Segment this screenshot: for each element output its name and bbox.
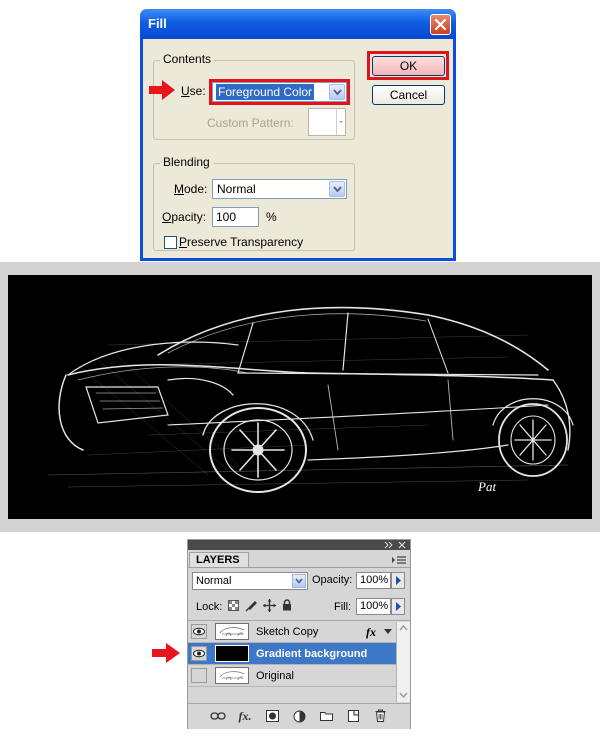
fill-slider-button[interactable] bbox=[391, 598, 405, 615]
contents-legend: Contents bbox=[160, 52, 215, 66]
signature: Pat bbox=[477, 479, 496, 494]
opacity-unit: % bbox=[266, 210, 277, 224]
triangle-right-icon bbox=[396, 576, 401, 585]
red-arrow-icon bbox=[152, 643, 180, 663]
custom-pattern-picker[interactable] bbox=[308, 108, 346, 136]
triangle-right-icon bbox=[396, 602, 401, 611]
mode-label: Mode: bbox=[174, 182, 208, 196]
layer-row-gradient-background[interactable]: Gradient background bbox=[188, 643, 396, 665]
dialog-body: Contents Use: Foreground Color Custom Pa… bbox=[143, 39, 453, 258]
visibility-toggle[interactable] bbox=[191, 624, 207, 639]
layers-scrollbar[interactable] bbox=[396, 622, 410, 702]
blending-legend: Blending bbox=[160, 155, 213, 169]
sketch-frame: Pat bbox=[0, 262, 600, 532]
layer-thumbnail bbox=[215, 623, 249, 640]
cancel-button[interactable]: Cancel bbox=[372, 85, 445, 105]
pattern-picker-arrow[interactable] bbox=[336, 109, 345, 135]
scroll-down-icon[interactable] bbox=[399, 692, 408, 698]
preserve-transparency-checkbox[interactable] bbox=[164, 236, 177, 249]
panel-header-bar[interactable] bbox=[188, 540, 410, 550]
layer-opacity-input[interactable]: 100% bbox=[356, 572, 391, 589]
custom-pattern-label: Custom Pattern: bbox=[207, 116, 294, 130]
caret-down-icon bbox=[339, 121, 343, 123]
opacity-input[interactable]: 100 bbox=[212, 207, 259, 227]
layer-name: Original bbox=[256, 670, 294, 682]
opacity-label: Opacity: bbox=[312, 574, 353, 586]
layer-name: Sketch Copy bbox=[256, 626, 319, 638]
lock-all-icon[interactable] bbox=[282, 599, 292, 611]
link-icon[interactable] bbox=[210, 711, 226, 721]
visibility-toggle[interactable] bbox=[191, 668, 207, 683]
layer-row-original[interactable]: Original bbox=[188, 665, 396, 687]
tab-layers[interactable]: LAYERS bbox=[189, 552, 249, 568]
lock-position-icon[interactable] bbox=[263, 599, 276, 612]
layers-panel: LAYERS Normal Opacity: 100% Lock: Fill: … bbox=[187, 539, 411, 729]
lock-transparent-pixels-icon[interactable] bbox=[228, 600, 239, 611]
mode-dropdown-arrow[interactable] bbox=[329, 181, 345, 197]
chevron-down-icon bbox=[333, 89, 342, 96]
lock-image-pixels-icon[interactable] bbox=[245, 600, 257, 612]
layers-toolbar: fx. bbox=[188, 703, 410, 729]
dialog-title: Fill bbox=[148, 16, 167, 31]
fx-icon[interactable]: fx. bbox=[238, 710, 252, 722]
dialog-titlebar[interactable]: Fill bbox=[140, 9, 456, 39]
close-icon bbox=[434, 18, 447, 31]
use-value: Foreground Color bbox=[216, 84, 315, 100]
layer-name: Gradient background bbox=[256, 648, 368, 660]
tab-divider bbox=[188, 567, 410, 568]
blend-mode-dropdown[interactable]: Normal bbox=[192, 572, 308, 590]
collapse-icon[interactable] bbox=[384, 541, 394, 549]
scroll-up-icon[interactable] bbox=[399, 625, 408, 631]
lock-label: Lock: bbox=[196, 601, 223, 613]
mode-dropdown[interactable]: Normal bbox=[212, 179, 347, 199]
fill-label: Fill: bbox=[334, 601, 352, 613]
group-folder-icon[interactable] bbox=[320, 711, 333, 721]
eye-icon bbox=[193, 649, 205, 658]
car-sketch: Pat bbox=[47, 306, 574, 494]
mask-icon[interactable] bbox=[266, 710, 279, 722]
eye-icon bbox=[193, 627, 205, 636]
use-dropdown-arrow[interactable] bbox=[329, 84, 345, 100]
use-dropdown[interactable]: Foreground Color bbox=[212, 82, 347, 102]
mode-value: Normal bbox=[217, 182, 256, 196]
new-layer-icon[interactable] bbox=[348, 710, 359, 722]
car-sketch-image: Pat bbox=[8, 275, 592, 519]
panel-menu-icon[interactable] bbox=[392, 555, 406, 565]
layer-thumbnail bbox=[215, 667, 249, 684]
layer-fill-input[interactable]: 100% bbox=[356, 598, 391, 615]
red-arrow-icon bbox=[149, 80, 175, 100]
close-button[interactable] bbox=[430, 14, 451, 35]
opacity-slider-button[interactable] bbox=[391, 572, 405, 589]
trash-icon[interactable] bbox=[375, 709, 386, 722]
use-label: Use: bbox=[181, 84, 206, 98]
layer-row-sketch-copy[interactable]: Sketch Copy fx bbox=[188, 621, 396, 643]
blend-mode-arrow[interactable] bbox=[292, 574, 306, 588]
layer-thumbnail bbox=[215, 645, 249, 662]
chevron-down-icon bbox=[295, 578, 303, 584]
opacity-label: Opacity: bbox=[162, 210, 207, 224]
preserve-transparency-label[interactable]: Preserve Transparency bbox=[179, 235, 303, 249]
blend-mode-value: Normal bbox=[196, 575, 232, 587]
chevron-down-icon bbox=[333, 186, 342, 193]
close-panel-icon[interactable] bbox=[398, 541, 406, 549]
fx-icon[interactable]: fx bbox=[366, 625, 376, 640]
ok-button[interactable]: OK bbox=[372, 56, 445, 76]
adjustment-icon[interactable] bbox=[293, 710, 306, 723]
visibility-toggle[interactable] bbox=[191, 646, 207, 661]
fill-dialog: Fill Contents Use: Foreground Color Cust… bbox=[140, 9, 456, 261]
expand-effects-icon[interactable] bbox=[384, 629, 392, 635]
